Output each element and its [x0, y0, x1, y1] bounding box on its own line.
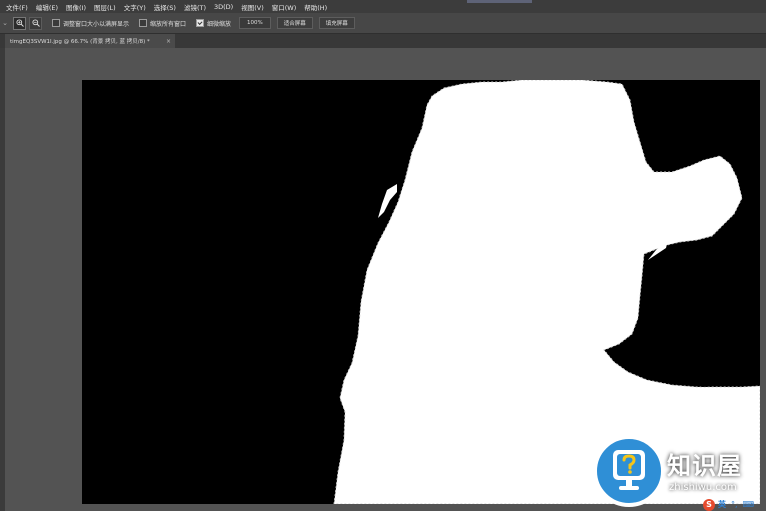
fit-screen-button[interactable]: 适合屏幕	[276, 17, 313, 29]
watermark-brand: 知识屋	[667, 452, 742, 480]
zoom-percent-field[interactable]: 100%	[239, 17, 271, 29]
resize-windows-label: 调整窗口大小以满屏显示	[63, 20, 130, 28]
ime-language-label[interactable]: 英	[718, 499, 726, 510]
keyboard-icon[interactable]: ⌨	[743, 500, 755, 509]
tool-preset-chevron-icon[interactable]: ⌄	[0, 19, 10, 27]
scrubby-zoom-label: 细微缩放	[207, 20, 232, 28]
menu-window[interactable]: 窗口(W)	[268, 2, 301, 12]
zoom-in-button[interactable]	[13, 16, 26, 30]
menu-3d[interactable]: 3D(D)	[210, 3, 237, 11]
menu-file[interactable]: 文件(F)	[0, 2, 32, 12]
fill-screen-button[interactable]: 填充屏幕	[318, 17, 355, 29]
resize-windows-checkbox[interactable]	[52, 19, 60, 27]
document-tab-title: timgEQ3SVW1I.jpg @ 66.7% (背景 拷贝, 蓝 拷贝/8)…	[10, 39, 150, 45]
menu-image[interactable]: 图像(I)	[62, 2, 90, 12]
watermark-logo	[593, 435, 665, 507]
document-tab[interactable]: timgEQ3SVW1I.jpg @ 66.7% (背景 拷贝, 蓝 拷贝/8)…	[5, 34, 175, 48]
document-tab-bar: timgEQ3SVW1I.jpg @ 66.7% (背景 拷贝, 蓝 拷贝/8)…	[0, 34, 766, 48]
workspace-switcher-tab[interactable]	[467, 0, 532, 3]
menu-edit[interactable]: 编辑(E)	[32, 2, 62, 12]
watermark-domain: zhishiwu.com	[669, 482, 737, 493]
question-monitor-icon	[613, 450, 645, 490]
scrubby-zoom-checkbox[interactable]	[196, 19, 205, 27]
ime-punctuation-icon[interactable]: °,	[731, 500, 738, 509]
menu-filter[interactable]: 滤镜(T)	[180, 2, 210, 12]
ime-logo-icon[interactable]: S	[703, 498, 715, 511]
menu-bar: 文件(F) 编辑(E) 图像(I) 图层(L) 文字(Y) 选择(S) 滤镜(T…	[0, 0, 766, 13]
zoom-all-windows-checkbox[interactable]	[139, 19, 148, 27]
zoom-all-windows-label: 缩放所有窗口	[150, 20, 187, 28]
tools-panel-edge	[0, 48, 5, 511]
menu-type[interactable]: 文字(Y)	[120, 2, 150, 12]
menu-select[interactable]: 选择(S)	[150, 2, 180, 12]
menu-help[interactable]: 帮助(H)	[300, 2, 331, 12]
ime-toolbar[interactable]: S 英 °, ⌨	[703, 498, 754, 511]
menu-layer[interactable]: 图层(L)	[90, 2, 120, 12]
zoom-in-icon	[15, 19, 24, 27]
zoom-out-button[interactable]	[29, 16, 42, 30]
close-icon[interactable]: ×	[166, 38, 171, 45]
zoom-out-icon	[31, 19, 40, 27]
menu-view[interactable]: 视图(V)	[237, 2, 268, 12]
options-bar: ⌄ 调整窗口大小以满屏显示 缩放所有窗口 细微缩放 100% 适合屏幕 填充屏幕	[0, 13, 766, 34]
